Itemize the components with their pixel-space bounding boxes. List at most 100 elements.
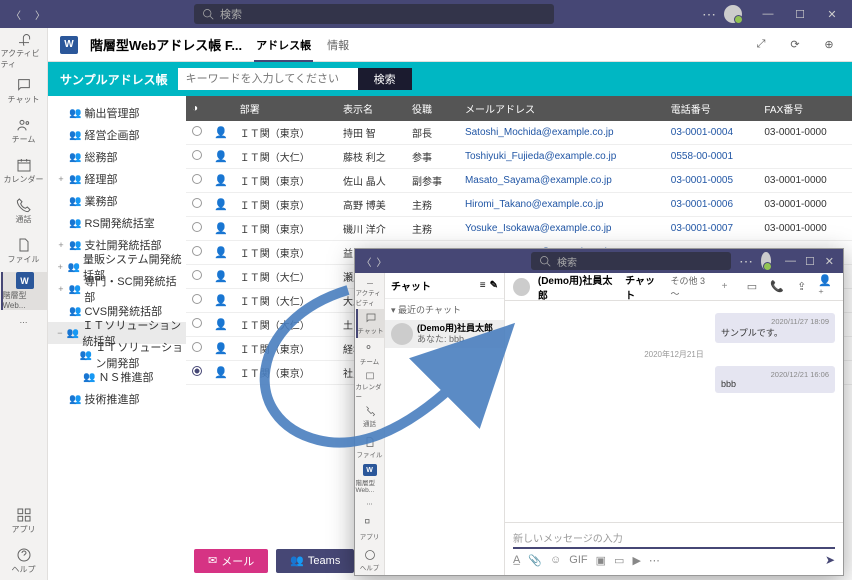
col-dept[interactable]: 部署 bbox=[234, 96, 337, 121]
tel-link[interactable]: 0558-00-0001 bbox=[671, 151, 733, 162]
email-link[interactable]: Yosuke_Isokawa@example.co.jp bbox=[465, 223, 612, 234]
add-people-icon[interactable]: 👤⁺ bbox=[818, 278, 835, 296]
col-email[interactable]: メールアドレス bbox=[459, 96, 665, 121]
meet-icon[interactable]: ▭ bbox=[614, 554, 624, 567]
rail-calls[interactable]: 通話 bbox=[356, 403, 384, 432]
tree-item[interactable]: 👥ＩＴソリューション開発部 bbox=[48, 344, 186, 366]
forward-button[interactable]: 〉 bbox=[376, 251, 387, 271]
tel-link[interactable]: 03-0001-0005 bbox=[671, 175, 733, 186]
tree-item[interactable]: 👥経営企画部 bbox=[48, 124, 186, 146]
tree-item[interactable]: +👥経理部 bbox=[48, 168, 186, 190]
email-link[interactable]: Satoshi_Mochida@example.co.jp bbox=[465, 127, 614, 138]
table-row[interactable]: 👤ＩＴ関（東京）佐山 晶人副参事Masato_Sayama@example.co… bbox=[186, 169, 852, 193]
rail-files[interactable]: ファイル bbox=[1, 232, 47, 270]
gif-icon[interactable]: GIF bbox=[569, 554, 587, 566]
table-row[interactable]: 👤ＩＴ関（大仁）藤枝 利之参事Toshiyuki_Fujieda@example… bbox=[186, 145, 852, 169]
message-bubble[interactable]: 2020/12/21 16:06bbb bbox=[715, 366, 835, 393]
profile-avatar[interactable] bbox=[724, 5, 742, 23]
email-link[interactable]: Masato_Sayama@example.co.jp bbox=[465, 175, 612, 186]
keyword-input[interactable] bbox=[178, 68, 358, 90]
rail-calls[interactable]: 通話 bbox=[1, 192, 47, 230]
send-icon[interactable]: ➤ bbox=[825, 553, 835, 567]
maximize-button[interactable]: ☐ bbox=[786, 0, 814, 28]
row-radio[interactable] bbox=[192, 198, 202, 208]
tree-item[interactable]: +👥専門・SC開発統括部 bbox=[48, 278, 186, 300]
profile-avatar[interactable] bbox=[761, 252, 771, 270]
table-row[interactable]: 👤ＩＴ関（東京）磯川 洋介主務Yosuke_Isokawa@example.co… bbox=[186, 217, 852, 241]
popup-search[interactable]: 検索 bbox=[531, 252, 731, 270]
row-radio[interactable] bbox=[192, 150, 202, 160]
video-call-icon[interactable]: ▭ bbox=[743, 278, 760, 296]
row-radio[interactable] bbox=[192, 126, 202, 136]
refresh-icon[interactable]: ⟳ bbox=[784, 34, 806, 56]
maximize-button[interactable]: ☐ bbox=[802, 247, 817, 275]
new-chat-icon[interactable]: ✎ bbox=[490, 280, 498, 291]
table-row[interactable]: 👤ＩＴ関（東京）持田 智部長Satoshi_Mochida@example.co… bbox=[186, 121, 852, 145]
tree-item[interactable]: 👥総務部 bbox=[48, 146, 186, 168]
email-link[interactable]: Toshiyuki_Fujieda@example.co.jp bbox=[465, 151, 616, 162]
minimize-button[interactable]: — bbox=[783, 247, 798, 275]
chat-other[interactable]: その他 3 ～ bbox=[670, 274, 713, 300]
row-radio[interactable] bbox=[192, 294, 202, 304]
tel-link[interactable]: 03-0001-0006 bbox=[671, 199, 733, 210]
tree-item[interactable]: 👥業務部 bbox=[48, 190, 186, 212]
audio-call-icon[interactable]: 📞 bbox=[768, 278, 785, 296]
rail-more[interactable]: ⋯ bbox=[356, 496, 384, 511]
rail-apps[interactable]: アプリ bbox=[356, 515, 384, 544]
minimize-button[interactable]: — bbox=[754, 0, 782, 28]
row-radio[interactable] bbox=[192, 222, 202, 232]
rail-calendar[interactable]: カレンダー bbox=[1, 152, 47, 190]
row-radio[interactable] bbox=[192, 342, 202, 352]
more-icon[interactable]: ⋯ bbox=[739, 253, 753, 270]
globe-icon[interactable]: ⊕ bbox=[818, 34, 840, 56]
emoji-icon[interactable]: ☺ bbox=[550, 554, 561, 566]
rail-calendar[interactable]: カレンダー bbox=[356, 371, 384, 401]
attach-icon[interactable]: 📎 bbox=[528, 554, 542, 567]
more-icon[interactable]: ⋯ bbox=[649, 554, 660, 567]
rail-teams[interactable]: チーム bbox=[1, 112, 47, 150]
back-button[interactable]: 〈 bbox=[6, 4, 26, 24]
tab-addressbook[interactable]: アドレス帳 bbox=[254, 29, 313, 61]
col-role[interactable]: 役職 bbox=[406, 96, 459, 121]
row-radio[interactable] bbox=[192, 318, 202, 328]
row-radio[interactable] bbox=[192, 246, 202, 256]
chat-tab[interactable]: チャット bbox=[625, 273, 662, 302]
add-tab-icon[interactable]: + bbox=[722, 281, 728, 292]
format-icon[interactable]: A̲ bbox=[513, 554, 520, 566]
col-tel[interactable]: 電話番号 bbox=[665, 96, 759, 121]
rail-addressbook-app[interactable]: W階層型Web... bbox=[356, 464, 384, 494]
tab-info[interactable]: 情報 bbox=[325, 29, 351, 61]
stream-icon[interactable]: ▶ bbox=[632, 554, 640, 567]
rail-addressbook-app[interactable]: W階層型Web... bbox=[1, 272, 47, 310]
row-radio[interactable] bbox=[192, 366, 202, 376]
message-input[interactable]: 新しいメッセージの入力 bbox=[513, 527, 835, 549]
tree-item[interactable]: 👥輸出管理部 bbox=[48, 102, 186, 124]
back-button[interactable]: 〈 bbox=[361, 251, 372, 271]
forward-button[interactable]: 〉 bbox=[30, 4, 50, 24]
col-fax[interactable]: FAX番号 bbox=[758, 96, 852, 121]
rail-help[interactable]: ヘルプ bbox=[1, 542, 47, 580]
tel-link[interactable]: 03-0001-0007 bbox=[671, 223, 733, 234]
rail-teams[interactable]: チーム bbox=[356, 340, 384, 369]
sticker-icon[interactable]: ▣ bbox=[596, 554, 606, 567]
close-button[interactable]: ✕ bbox=[822, 247, 837, 275]
tree-item[interactable]: 👥技術推進部 bbox=[48, 388, 186, 410]
rail-chat[interactable]: チャット bbox=[356, 309, 384, 338]
email-link[interactable]: Hiromi_Takano@example.co.jp bbox=[465, 199, 604, 210]
expand-icon[interactable]: ⤢ bbox=[750, 34, 772, 56]
rail-activity[interactable]: アクティビティ bbox=[1, 32, 47, 70]
tree-item[interactable]: 👥RS開発統括室 bbox=[48, 212, 186, 234]
chat-item[interactable]: (Demo用)社員太郎あなた: bbb bbox=[385, 320, 504, 348]
rail-more[interactable]: ⋯ bbox=[1, 312, 47, 332]
rail-activity[interactable]: アクティビティ bbox=[356, 277, 384, 307]
mail-button[interactable]: ✉ メール bbox=[194, 549, 268, 573]
row-radio[interactable] bbox=[192, 174, 202, 184]
search-button[interactable]: 検索 bbox=[358, 68, 412, 90]
rail-apps[interactable]: アプリ bbox=[1, 502, 47, 540]
tel-link[interactable]: 03-0001-0004 bbox=[671, 127, 733, 138]
filter-icon[interactable]: ≡ bbox=[480, 280, 486, 291]
close-button[interactable]: ✕ bbox=[818, 0, 846, 28]
table-row[interactable]: 👤ＩＴ関（東京）高野 博美主務Hiromi_Takano@example.co.… bbox=[186, 193, 852, 217]
rail-files[interactable]: ファイル bbox=[356, 433, 384, 462]
message-bubble[interactable]: 2020/11/27 18:09サンプルです。 bbox=[715, 313, 835, 343]
